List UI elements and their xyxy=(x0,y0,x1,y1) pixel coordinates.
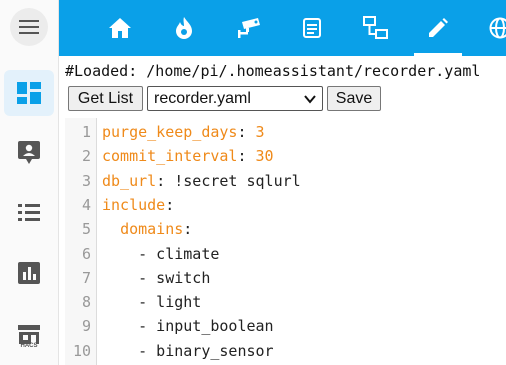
line-number: 5 xyxy=(81,220,91,239)
code-line: 9 - input_boolean xyxy=(65,314,506,338)
flame-icon xyxy=(176,17,192,39)
line-number: 9 xyxy=(81,317,91,336)
pencil-icon xyxy=(429,18,448,37)
sidebar-item-hacs[interactable] xyxy=(4,312,54,358)
line-number: 8 xyxy=(81,293,91,312)
cctv-icon xyxy=(238,18,260,38)
person-card-icon xyxy=(18,141,40,164)
code-text: - binary_sensor xyxy=(102,341,274,360)
hacs-store-icon xyxy=(18,325,40,344)
line-number: 6 xyxy=(81,244,91,263)
document-icon xyxy=(303,18,321,38)
code-text: include: xyxy=(102,195,175,214)
code-text: purge_keep_days: 3 xyxy=(102,123,265,141)
network-icon xyxy=(363,16,388,39)
code-line: 2 commit_interval: 30 xyxy=(65,144,506,168)
code-text: domains: xyxy=(120,220,193,239)
code-text: db_url: !secret sqlurl xyxy=(102,171,301,190)
file-select-value: recorder.yaml xyxy=(154,89,251,107)
sidebar-item-person[interactable] xyxy=(4,130,54,176)
tab-web[interactable] xyxy=(476,0,506,56)
code-text: - switch xyxy=(102,268,211,287)
tab-heating[interactable] xyxy=(160,0,208,56)
code-text: commit_interval: 30 xyxy=(102,147,274,166)
home-icon xyxy=(109,18,131,38)
tab-home[interactable] xyxy=(96,0,144,56)
code-line: 4 include: xyxy=(65,193,506,217)
globe-icon xyxy=(489,17,506,39)
top-tab-bar xyxy=(59,0,506,56)
menu-button[interactable] xyxy=(10,8,48,46)
bar-chart-icon xyxy=(18,262,40,284)
line-number: 10 xyxy=(72,341,91,360)
hacs-label: HACS xyxy=(20,343,38,349)
code-line: 5 domains: xyxy=(65,217,506,241)
sidebar-item-logbook[interactable] xyxy=(4,190,54,236)
sidebar: HACS xyxy=(0,0,59,365)
chevron-down-icon xyxy=(304,95,316,104)
code-line: 8 - light xyxy=(65,290,506,314)
code-line: 7 - switch xyxy=(65,266,506,290)
sidebar-item-overview[interactable] xyxy=(4,70,54,116)
tab-network[interactable] xyxy=(352,0,400,56)
line-number: 3 xyxy=(81,171,91,190)
get-list-button[interactable]: Get List xyxy=(68,86,143,111)
code-text: - light xyxy=(102,293,202,312)
loaded-path-text: #Loaded: /home/pi/.homeassistant/recorde… xyxy=(65,62,481,80)
tab-file-editor[interactable] xyxy=(414,0,462,56)
code-editor[interactable]: 1 purge_keep_days: 3 2 commit_interval: 30 3… xyxy=(65,118,506,365)
line-number: 1 xyxy=(81,123,91,141)
line-number: 4 xyxy=(81,195,91,214)
code-text: - input_boolean xyxy=(102,317,274,336)
code-line: 3 db_url: !secret sqlurl xyxy=(65,169,506,193)
file-select[interactable]: recorder.yaml xyxy=(147,86,323,111)
tab-camera[interactable] xyxy=(225,0,273,56)
list-icon xyxy=(18,204,40,221)
dashboard-icon xyxy=(17,82,41,104)
hamburger-icon xyxy=(19,20,39,34)
code-line: 10 - binary_sensor xyxy=(65,339,506,363)
code-line: 6 - climate xyxy=(65,242,506,266)
save-button[interactable]: Save xyxy=(327,86,381,111)
tab-logs[interactable] xyxy=(288,0,336,56)
code-text: - climate xyxy=(102,244,220,263)
line-number: 7 xyxy=(81,268,91,287)
code-line: 1 purge_keep_days: 3 xyxy=(65,120,506,144)
sidebar-item-history[interactable] xyxy=(4,250,54,296)
line-number: 2 xyxy=(81,147,91,166)
